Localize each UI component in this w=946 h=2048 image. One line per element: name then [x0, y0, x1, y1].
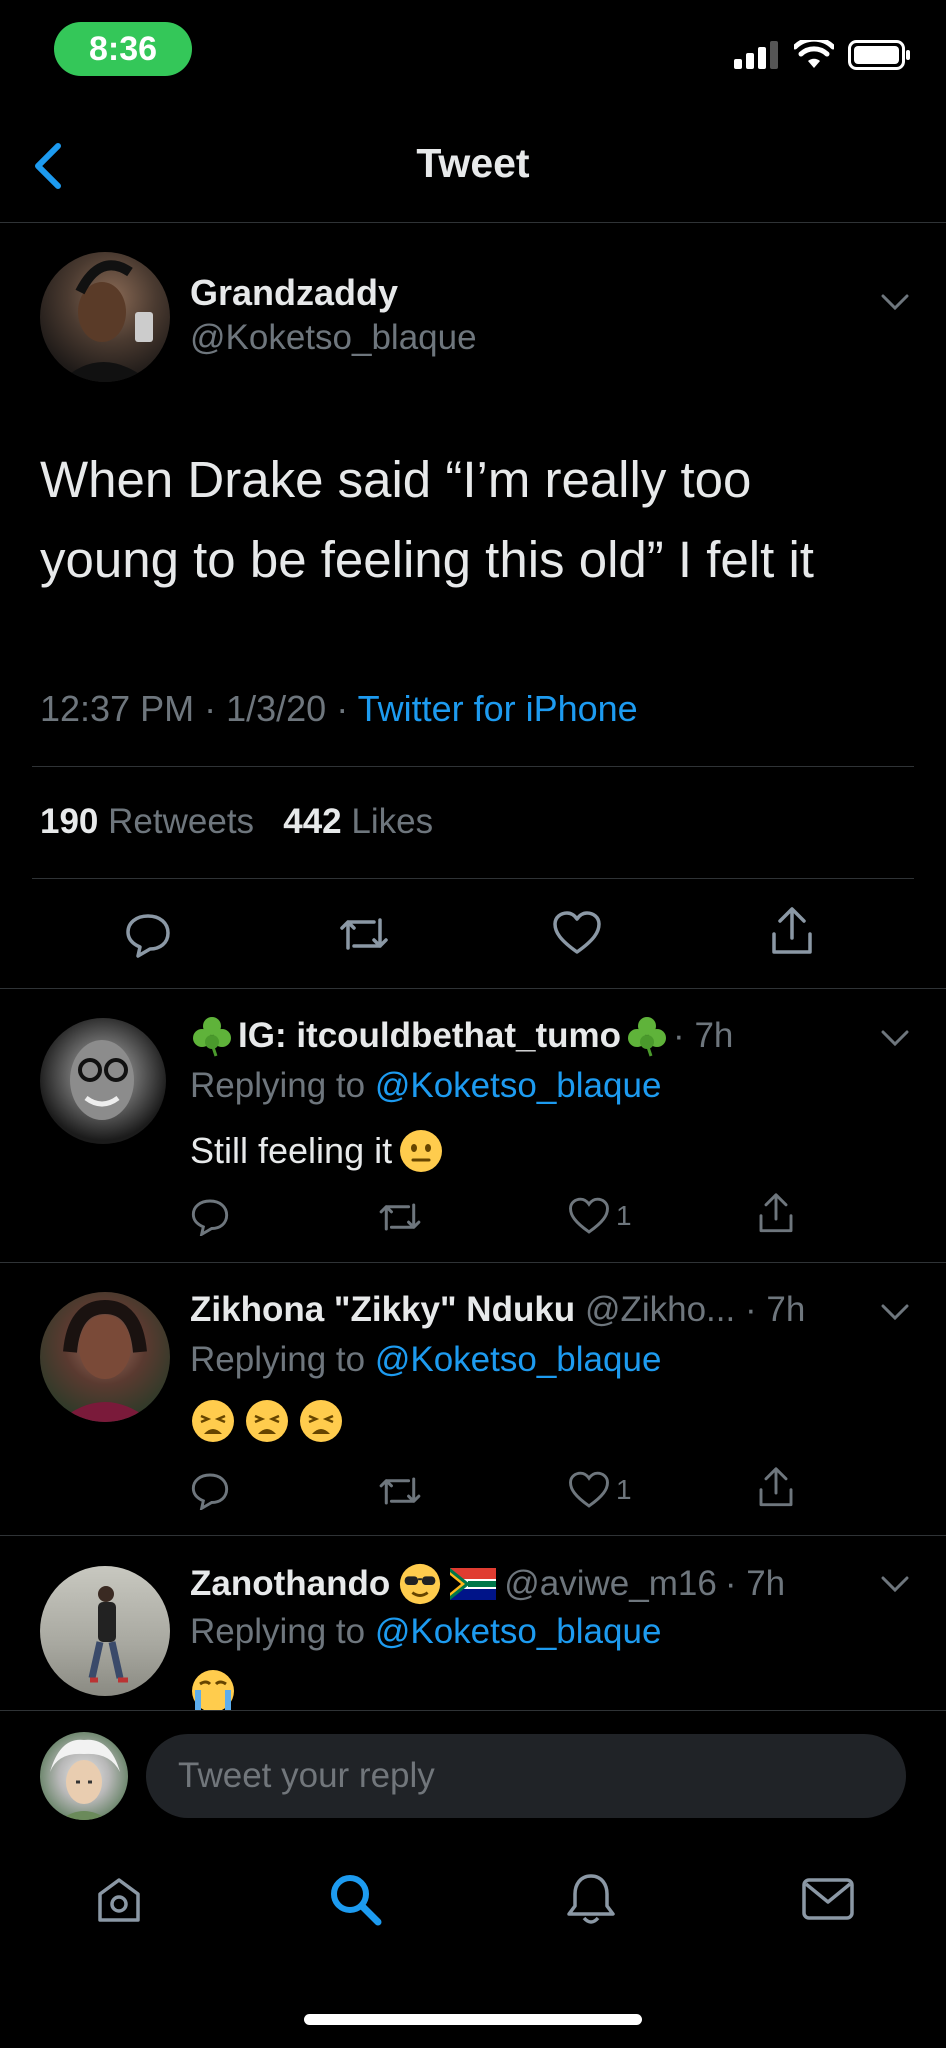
reply-icon[interactable] [190, 1470, 230, 1510]
home-icon[interactable] [92, 1872, 146, 1926]
replying-to-line: Replying to @Koketso_blaque [190, 1340, 661, 1380]
replying-to-line: Replying to @Koketso_blaque [190, 1612, 661, 1652]
reply-avatar[interactable] [40, 1566, 170, 1696]
shamrock-icon [628, 1017, 667, 1057]
tweet-source-link[interactable]: Twitter for iPhone [358, 688, 638, 729]
my-avatar[interactable] [40, 1732, 128, 1820]
reply-avatar[interactable] [40, 1292, 170, 1422]
retweet-icon[interactable] [336, 912, 392, 956]
replying-to-label: Replying to [190, 1066, 366, 1105]
shamrock-icon [193, 1017, 231, 1057]
share-icon[interactable] [756, 1192, 796, 1236]
page-title: Tweet [416, 140, 530, 186]
reply-icon[interactable] [190, 1196, 230, 1236]
reply-author-name[interactable]: Zikhona "Zikky" Nduku @Zikho... · 7h [190, 1290, 805, 1330]
search-icon[interactable] [326, 1870, 384, 1928]
weary-face-icon [192, 1400, 234, 1442]
like-heart-icon[interactable] [552, 910, 602, 956]
tweet-stats: 190 Retweets 442 Likes [40, 802, 433, 842]
reply-time: · 7h [724, 1564, 786, 1603]
reply-time: · 7h [673, 1016, 734, 1055]
share-icon[interactable] [756, 1466, 796, 1510]
crying-face-icon [192, 1670, 234, 1710]
status-time: 8:36 [54, 22, 192, 76]
reply-time-text: 7h [766, 1290, 806, 1329]
reply-text-clip [190, 1668, 250, 1710]
reply-author-name[interactable]: Zanothando @aviwe_m16 · 7h [190, 1562, 785, 1606]
reply-options-chevron-icon[interactable] [880, 1302, 910, 1322]
tweet-text: When Drake said “I’m really too young to… [40, 451, 814, 588]
reply-author-name-text: IG: itcouldbethat_tumo [238, 1016, 622, 1055]
neutral-face-icon [400, 1130, 443, 1172]
like-heart-icon [569, 1197, 609, 1234]
replying-to-label: Replying to [190, 1340, 366, 1379]
tweet-options-chevron-icon[interactable] [880, 292, 910, 312]
replying-to-line: Replying to @Koketso_blaque [190, 1066, 661, 1106]
author-handle[interactable]: @Koketso_blaque [190, 318, 477, 358]
retweet-icon[interactable] [376, 1472, 424, 1510]
reply-options-chevron-icon[interactable] [880, 1028, 910, 1048]
reply-author-name-text: Zikhona "Zikky" Nduku [190, 1290, 576, 1329]
reply-like-count: 1 [616, 1200, 632, 1231]
reply-author-handle: @Zikho... [584, 1290, 736, 1329]
replying-to-label: Replying to [190, 1612, 366, 1651]
wifi-icon [794, 40, 834, 68]
like-heart-icon [569, 1471, 609, 1508]
likes-stat[interactable]: 442 Likes [283, 802, 433, 841]
reply-compose-input[interactable]: Tweet your reply [146, 1734, 906, 1818]
messages-icon[interactable] [800, 1874, 856, 1924]
notifications-icon[interactable] [564, 1870, 618, 1928]
reply-time: · 7h [744, 1290, 806, 1329]
tweet-date: 1/3/20 [226, 688, 327, 729]
south-africa-flag-icon [450, 1568, 497, 1600]
retweet-icon[interactable] [376, 1198, 424, 1236]
retweets-count: 190 [40, 802, 99, 841]
author-name[interactable]: Grandzaddy [190, 272, 398, 314]
reply-text [190, 1398, 344, 1444]
replying-to-handle-link[interactable]: @Koketso_blaque [375, 1612, 662, 1651]
share-icon[interactable] [768, 906, 816, 958]
reply-like-button[interactable]: 1 [568, 1196, 632, 1236]
tweet-meta: 12:37 PM · 1/3/20 · Twitter for iPhone [40, 688, 638, 729]
battery-icon [848, 40, 910, 70]
likes-label: Likes [351, 802, 434, 841]
replying-to-handle-link[interactable]: @Koketso_blaque [375, 1066, 662, 1105]
status-icons [734, 40, 910, 70]
replying-to-handle-link[interactable]: @Koketso_blaque [375, 1340, 662, 1379]
reply-avatar[interactable] [40, 1018, 166, 1144]
author-avatar[interactable] [40, 252, 170, 382]
retweets-stat[interactable]: 190 Retweets [40, 802, 254, 841]
compose-placeholder: Tweet your reply [178, 1756, 435, 1795]
retweets-label: Retweets [108, 802, 255, 841]
reply-author-name[interactable]: IG: itcouldbethat_tumo · 7h [190, 1014, 733, 1058]
weary-face-icon [300, 1400, 342, 1442]
weary-face-icon [246, 1400, 288, 1442]
reply-like-count: 1 [616, 1474, 632, 1505]
reply-time-text: 7h [746, 1564, 786, 1603]
reply-author-name-text: Zanothando [190, 1564, 391, 1603]
reply-icon[interactable] [124, 910, 172, 958]
reply-like-button[interactable]: 1 [568, 1470, 632, 1510]
reply-author-handle: @aviwe_m16 [504, 1564, 717, 1603]
signal-icon [734, 41, 778, 69]
home-indicator [304, 2014, 642, 2025]
tweet-time: 12:37 PM [40, 688, 195, 729]
likes-count: 442 [283, 802, 342, 841]
reply-text-content: Still feeling it [190, 1130, 393, 1171]
reply-time-text: 7h [694, 1016, 734, 1055]
reply-text: Still feeling it [190, 1128, 444, 1174]
sunglasses-face-icon [400, 1563, 441, 1605]
reply-options-chevron-icon[interactable] [880, 1574, 910, 1594]
